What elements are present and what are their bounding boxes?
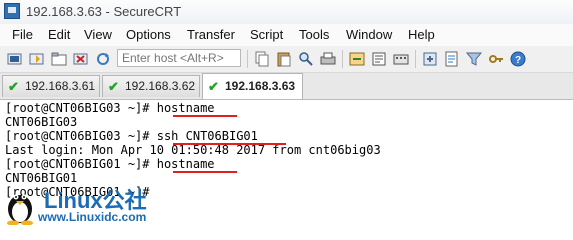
tab-session-192-168-3-62[interactable]: ✔ 192.168.3.62 — [102, 75, 200, 97]
menu-bar: File Edit View Options Transfer Script T… — [0, 24, 573, 46]
filter-icon[interactable] — [465, 50, 483, 68]
menu-file[interactable]: File — [12, 27, 33, 42]
sftp-icon[interactable] — [348, 50, 366, 68]
tab-icon[interactable] — [50, 50, 68, 68]
window-title: 192.168.3.63 - SecureCRT — [26, 4, 182, 19]
session-tab-bar: ✔ 192.168.3.61 ✔ 192.168.3.62 ✔ 192.168.… — [0, 73, 573, 100]
settings-icon[interactable] — [421, 50, 439, 68]
print-icon[interactable] — [319, 50, 337, 68]
menu-view[interactable]: View — [84, 27, 112, 42]
find-icon[interactable] — [297, 50, 315, 68]
connect-icon[interactable] — [6, 50, 24, 68]
terminal-line: [root@CNT06BIG01 ~]# hostname — [5, 157, 215, 171]
paste-icon[interactable] — [275, 50, 293, 68]
ssh-key-icon[interactable] — [487, 50, 505, 68]
linuxidc-watermark: Linux公社 www.Linuxidc.com — [4, 183, 174, 227]
enter-host-input[interactable]: Enter host <Alt+R> — [117, 49, 241, 67]
quick-connect-icon[interactable] — [28, 50, 46, 68]
toolbar-separator — [342, 50, 343, 68]
menu-transfer[interactable]: Transfer — [187, 27, 235, 42]
script-icon[interactable] — [443, 50, 461, 68]
keymap-icon[interactable] — [392, 50, 410, 68]
tab-label: 192.168.3.62 — [125, 79, 196, 93]
toolbar-separator — [247, 50, 248, 68]
connected-check-icon: ✔ — [108, 79, 119, 94]
menu-help[interactable]: Help — [408, 27, 435, 42]
title-bar: 192.168.3.63 - SecureCRT — [0, 0, 573, 24]
toolbar: Enter host <Alt+R> ? — [0, 46, 573, 73]
reconnect-icon[interactable] — [94, 50, 112, 68]
highlight-underline — [173, 143, 286, 145]
svg-text:?: ? — [515, 55, 521, 66]
highlight-underline — [173, 171, 237, 173]
terminal-line: CNT06BIG03 — [5, 115, 78, 129]
tab-session-192-168-3-61[interactable]: ✔ 192.168.3.61 — [2, 75, 100, 97]
menu-tools[interactable]: Tools — [299, 27, 329, 42]
watermark-url: www.Linuxidc.com — [38, 210, 147, 224]
tab-label: 192.168.3.63 — [225, 79, 296, 93]
securecrt-app-icon — [4, 3, 20, 19]
menu-script[interactable]: Script — [250, 27, 283, 42]
connected-check-icon: ✔ — [208, 79, 219, 94]
disconnect-icon[interactable] — [72, 50, 90, 68]
tux-penguin-icon — [7, 194, 33, 225]
tab-session-192-168-3-63[interactable]: ✔ 192.168.3.63 — [202, 73, 303, 99]
connected-check-icon: ✔ — [8, 79, 19, 94]
terminal-line: [root@CNT06BIG03 ~]# hostname — [5, 101, 215, 115]
menu-options[interactable]: Options — [126, 27, 171, 42]
help-icon[interactable]: ? — [509, 50, 527, 68]
highlight-underline — [173, 115, 237, 117]
menu-window[interactable]: Window — [346, 27, 392, 42]
toolbar-separator — [415, 50, 416, 68]
tab-label: 192.168.3.61 — [25, 79, 96, 93]
options-icon[interactable] — [370, 50, 388, 68]
terminal-line: Last login: Mon Apr 10 01:50:48 2017 fro… — [5, 143, 381, 157]
copy-icon[interactable] — [253, 50, 271, 68]
terminal-line: [root@CNT06BIG03 ~]# ssh CNT06BIG01 — [5, 129, 258, 143]
menu-edit[interactable]: Edit — [48, 27, 70, 42]
